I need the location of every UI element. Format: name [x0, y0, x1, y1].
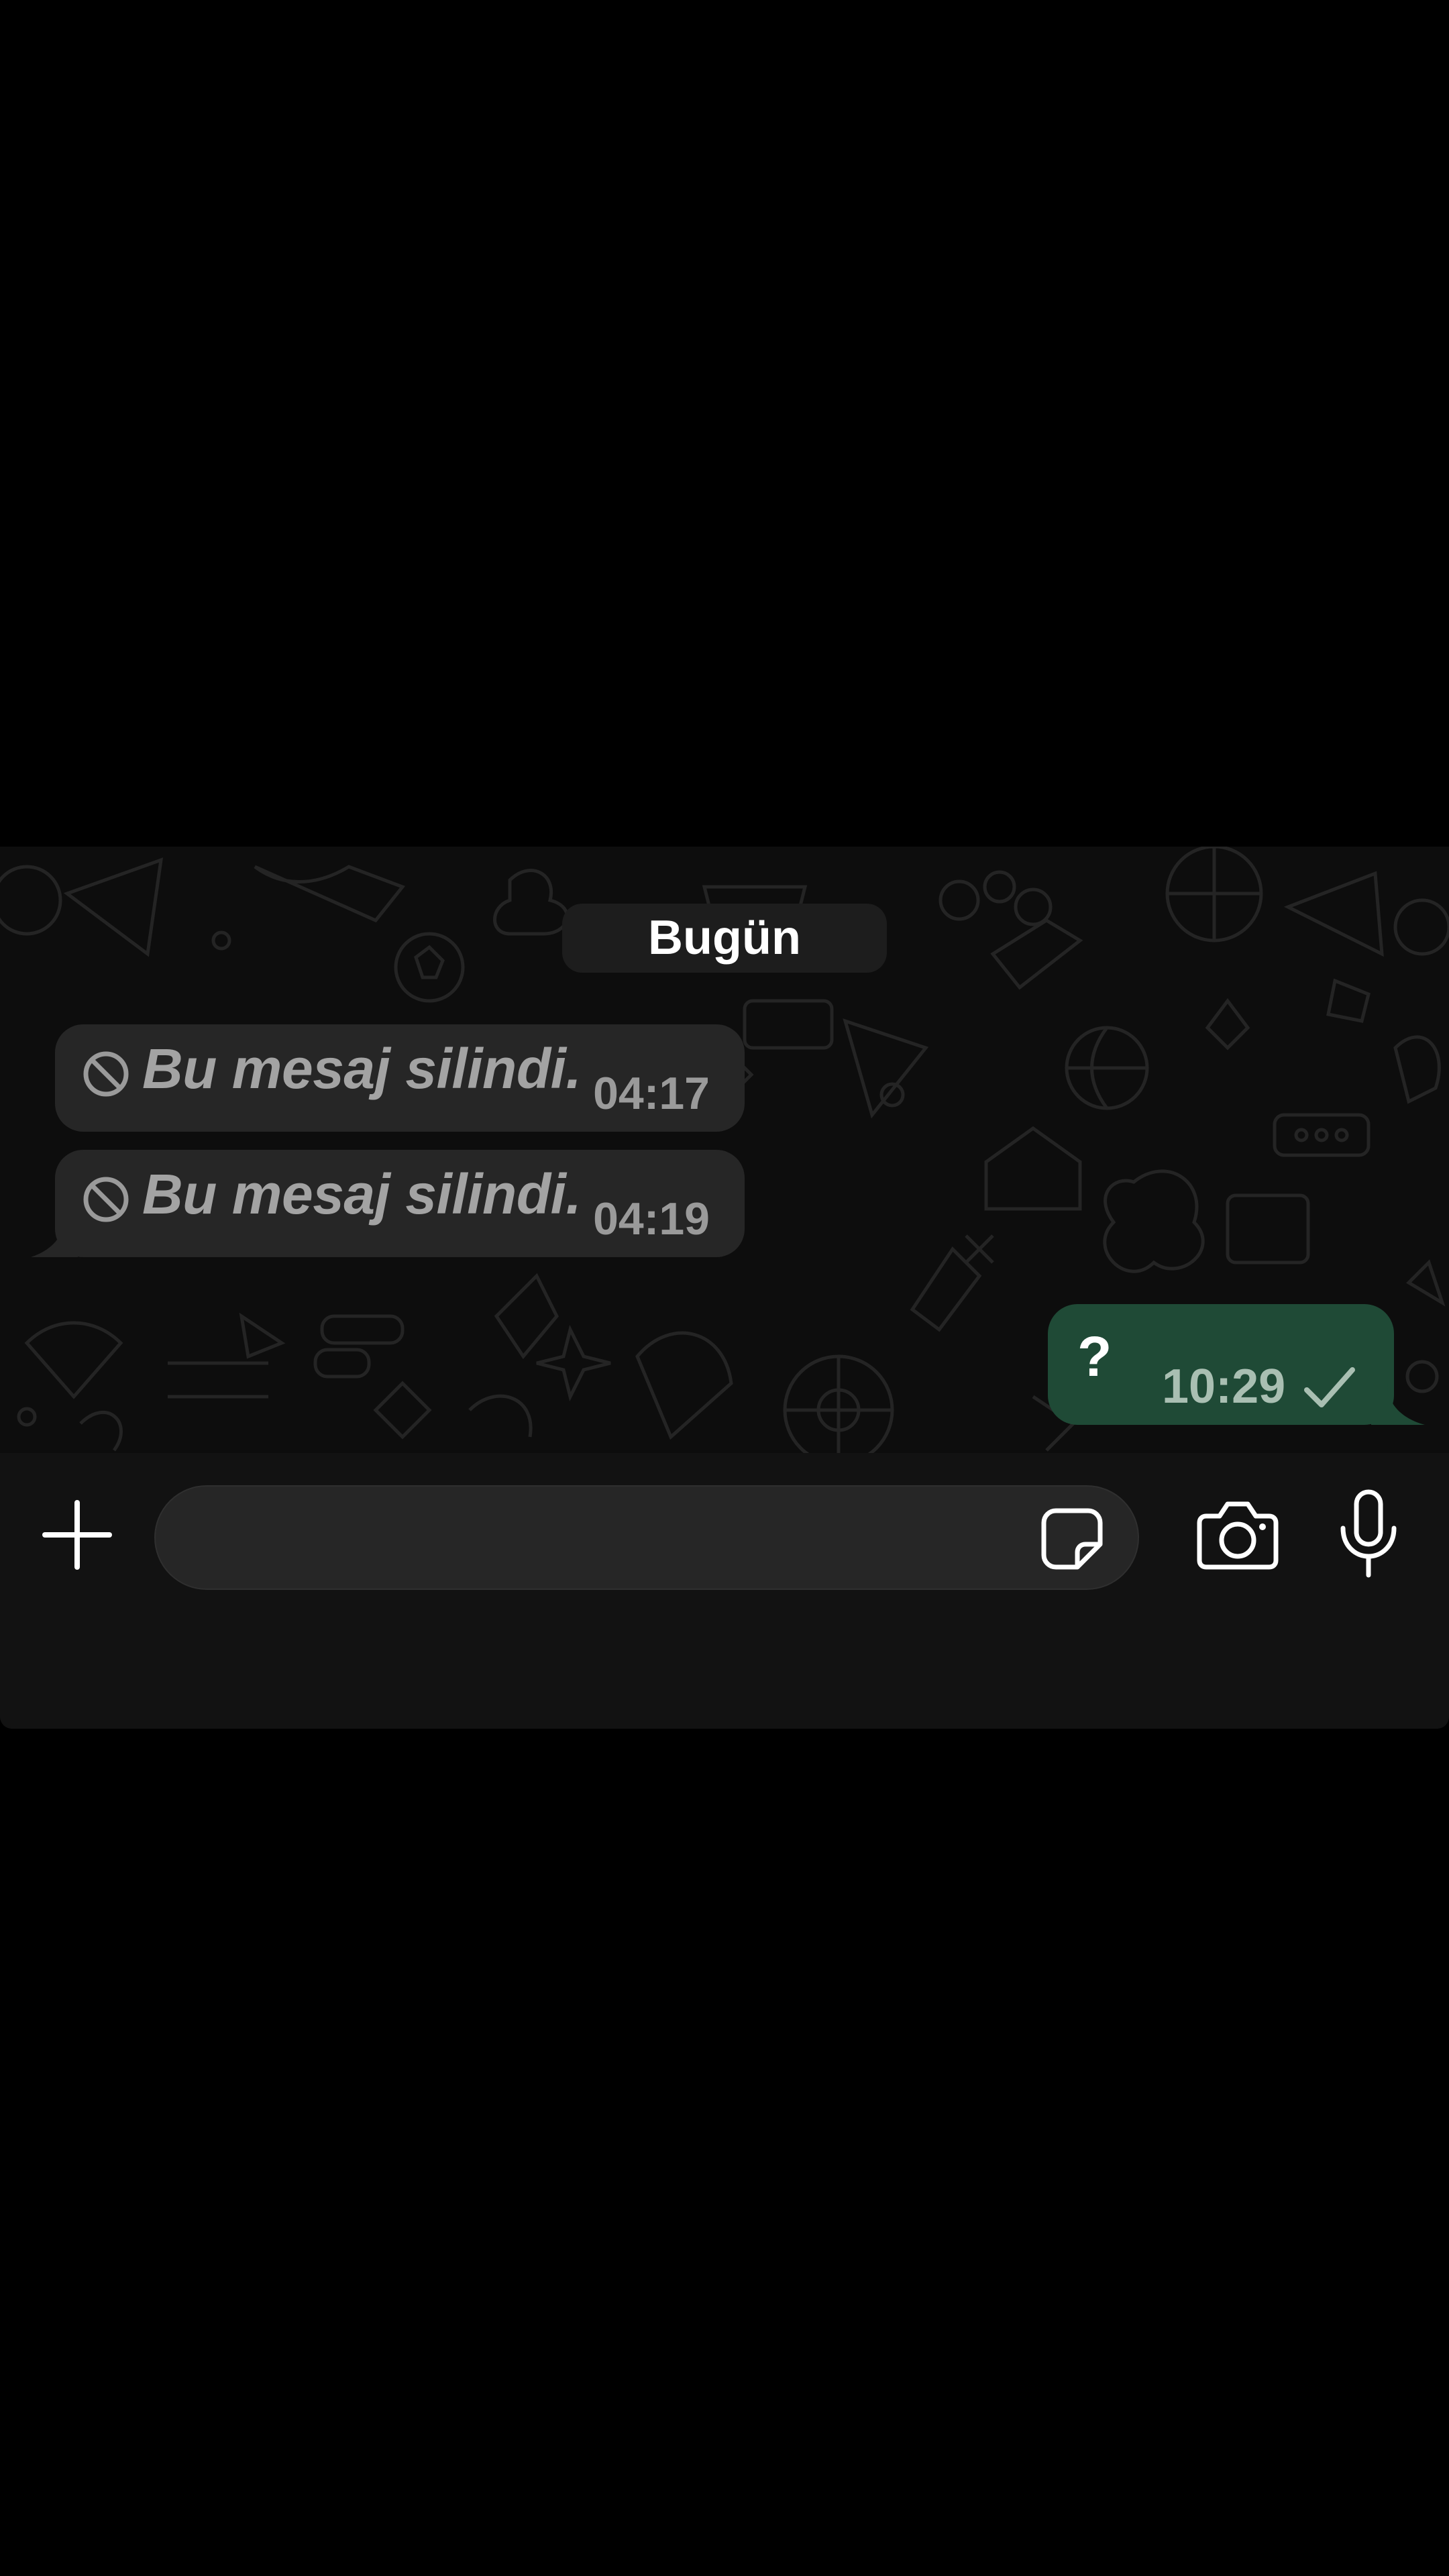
incoming-message-bubble[interactable]: Bu mesaj silindi. 04:19: [31, 1150, 745, 1257]
camera-icon[interactable]: [1194, 1495, 1281, 1575]
message-time: 04:19: [593, 1193, 710, 1244]
message-input-field[interactable]: [154, 1485, 1139, 1590]
date-separator: Bugün: [562, 904, 887, 973]
message-time: 04:17: [593, 1068, 710, 1119]
incoming-message-bubble[interactable]: Bu mesaj silindi. 04:17: [55, 1024, 745, 1132]
message-text: Bu mesaj silindi.: [142, 1163, 582, 1226]
message-composer: [0, 1453, 1449, 1729]
sticker-icon[interactable]: [1036, 1503, 1108, 1575]
bubble-tail: [1371, 1383, 1425, 1425]
outgoing-message-bubble[interactable]: ? 10:29: [1048, 1304, 1425, 1425]
sent-check-icon: [1304, 1367, 1355, 1407]
deleted-message-icon: [83, 1177, 129, 1222]
deleted-message-icon: [83, 1051, 129, 1097]
chat-messages-area[interactable]: Bugün Bu mesaj silindi. 04:17 Bu mesaj s…: [0, 847, 1449, 1453]
message-text: Bu mesaj silindi.: [142, 1037, 582, 1100]
microphone-icon[interactable]: [1328, 1487, 1409, 1580]
message-input[interactable]: [182, 1507, 1030, 1572]
bubble-tail: [31, 1217, 78, 1257]
message-text: ?: [1077, 1325, 1112, 1388]
chat-screen: Bugün Bu mesaj silindi. 04:17 Bu mesaj s…: [0, 847, 1449, 1729]
plus-icon[interactable]: [37, 1495, 117, 1575]
message-time: 10:29: [1162, 1360, 1286, 1413]
